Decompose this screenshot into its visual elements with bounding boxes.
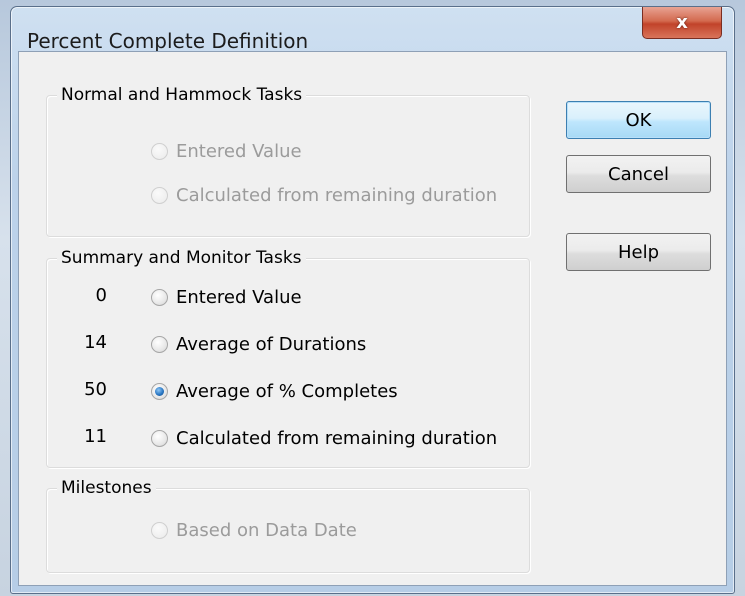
milestones-group: Milestones Based on Data Date (46, 478, 530, 573)
dialog-title: Percent Complete Definition (27, 29, 309, 53)
summary-monitor-group-label: Summary and Monitor Tasks (57, 248, 306, 268)
radio-summary-average-completes[interactable] (151, 382, 168, 400)
radio-normal-calculated[interactable] (151, 186, 168, 204)
radio-milestones-data-date[interactable] (151, 521, 168, 539)
normal-entered-value-option[interactable]: Entered Value (151, 139, 302, 163)
option-label: Entered Value (176, 140, 302, 162)
normal-calculated-option[interactable]: Calculated from remaining duration (151, 183, 497, 207)
ok-button[interactable]: OK (566, 101, 711, 139)
count-entered-value: 0 (95, 285, 107, 306)
summary-average-completes-option[interactable]: Average of % Completes (151, 379, 398, 403)
close-button[interactable]: x (642, 7, 722, 39)
summary-monitor-group: Summary and Monitor Tasks 0 Entered Valu… (46, 248, 530, 468)
count-average-completes: 50 (84, 379, 107, 400)
radio-summary-average-durations[interactable] (151, 335, 168, 353)
dialog-body: Normal and Hammock Tasks Entered Value C… (18, 51, 727, 586)
normal-hammock-group-label: Normal and Hammock Tasks (57, 85, 307, 105)
help-button[interactable]: Help (566, 233, 711, 271)
radio-summary-calculated[interactable] (151, 429, 168, 447)
radio-summary-entered-value[interactable] (151, 288, 168, 306)
cancel-button[interactable]: Cancel (566, 155, 711, 193)
milestones-group-label: Milestones (57, 478, 156, 498)
option-label: Calculated from remaining duration (176, 184, 498, 206)
option-label: Average of % Completes (176, 380, 398, 402)
summary-average-durations-option[interactable]: Average of Durations (151, 332, 366, 356)
summary-entered-value-option[interactable]: Entered Value (151, 285, 302, 309)
milestones-data-date-option[interactable]: Based on Data Date (151, 518, 357, 542)
count-average-durations: 14 (84, 332, 107, 353)
option-label: Based on Data Date (176, 519, 357, 541)
summary-calculated-option[interactable]: Calculated from remaining duration (151, 426, 497, 450)
close-icon: x (676, 12, 688, 33)
option-label: Entered Value (176, 286, 302, 308)
option-label: Average of Durations (176, 333, 367, 355)
normal-hammock-group: Normal and Hammock Tasks Entered Value C… (46, 85, 530, 237)
count-calculated: 11 (84, 426, 107, 447)
radio-normal-entered-value[interactable] (151, 142, 168, 160)
percent-complete-dialog: Percent Complete Definition x Normal and… (10, 6, 735, 594)
option-label: Calculated from remaining duration (176, 427, 498, 449)
